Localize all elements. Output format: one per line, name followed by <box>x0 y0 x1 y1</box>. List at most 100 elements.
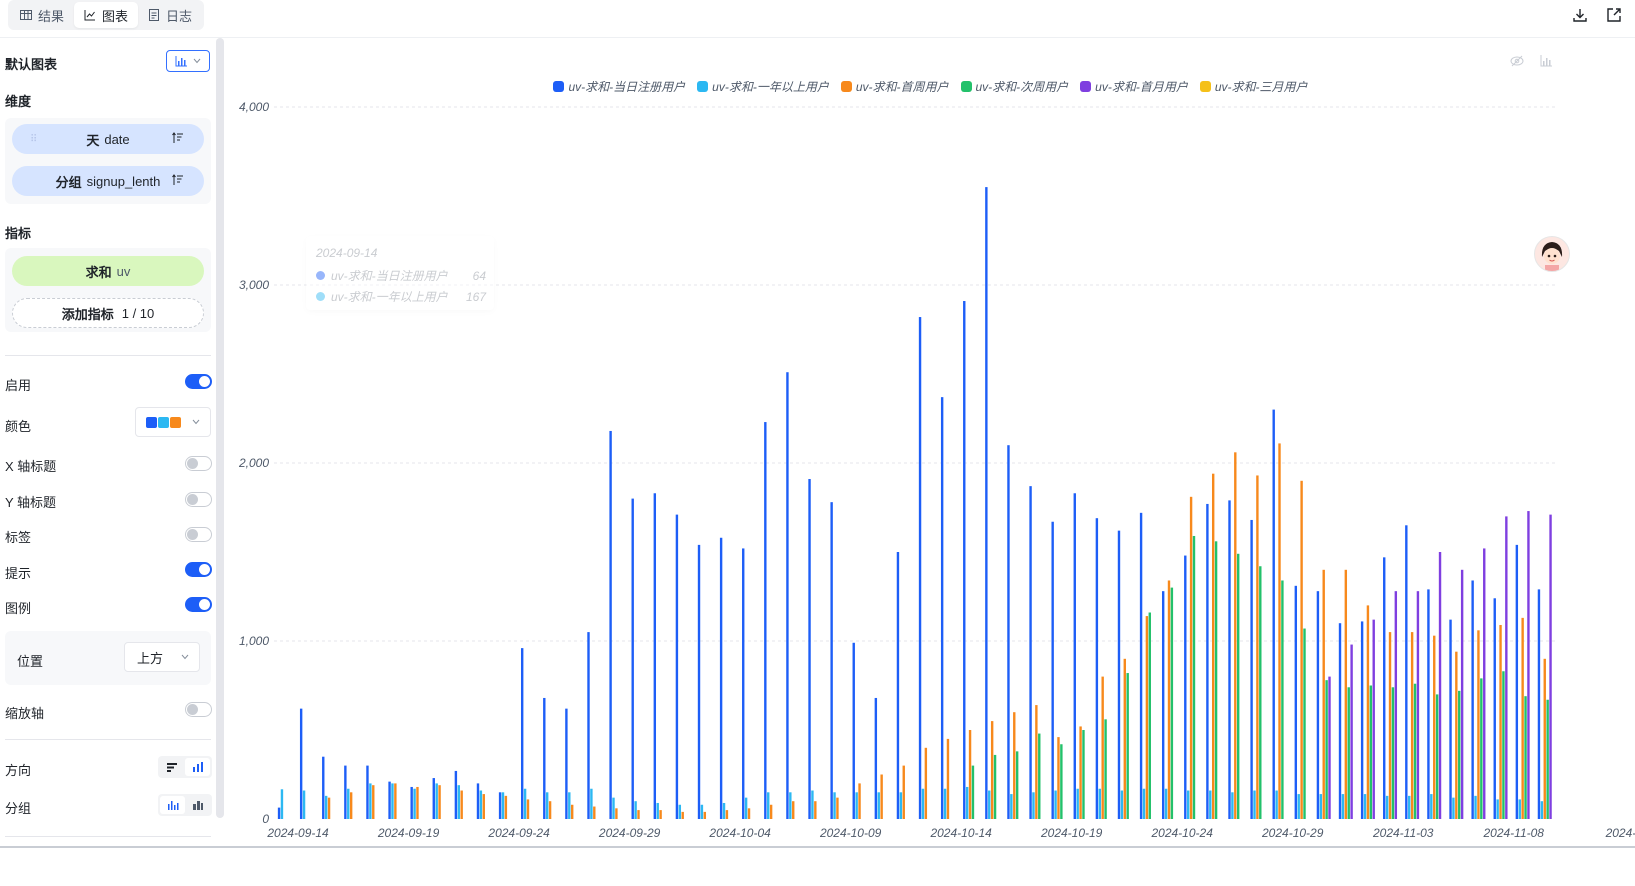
group-stacked[interactable] <box>185 796 210 814</box>
bar <box>372 785 375 819</box>
chart-settings-icon[interactable] <box>1540 55 1552 67</box>
bar <box>742 548 745 819</box>
bar <box>1369 685 1373 819</box>
bar <box>792 801 795 819</box>
bar <box>1095 518 1099 819</box>
bar <box>659 810 662 819</box>
bar <box>280 789 284 819</box>
bar <box>1032 792 1035 819</box>
bar <box>1319 794 1323 819</box>
bar <box>543 697 546 819</box>
chart-type-select[interactable] <box>166 50 210 72</box>
bar <box>1281 580 1284 819</box>
metric-pill-uv[interactable]: 求和 uv <box>12 256 204 286</box>
bar <box>1060 744 1063 819</box>
grouped-bar-icon <box>167 801 178 810</box>
tab-log[interactable]: 日志 <box>138 2 202 28</box>
x-tick-label: 2024-09-14 <box>266 826 329 840</box>
default-chart-label: 默认图表 <box>5 57 58 72</box>
bar <box>1543 658 1546 819</box>
drag-handle-icon[interactable]: ⠿ <box>30 134 37 145</box>
x-tick-label: 2024-10-09 <box>819 826 882 840</box>
download-icon[interactable] <box>1571 6 1589 24</box>
bar <box>1167 580 1171 819</box>
group-segmented <box>158 794 212 816</box>
bar <box>769 804 773 819</box>
dimensions-title: 维度 <box>5 94 32 109</box>
bar <box>520 648 524 819</box>
bar <box>1410 632 1414 819</box>
bar <box>1206 503 1209 819</box>
panel-scrollbar[interactable] <box>216 38 224 818</box>
bar <box>570 804 574 819</box>
bar <box>656 802 659 819</box>
bar <box>988 790 991 819</box>
bar <box>1076 788 1079 819</box>
bar <box>1054 790 1057 819</box>
pill-prefix: 求和 <box>85 264 112 280</box>
bar <box>899 792 903 819</box>
legend-position-select[interactable]: 上方 <box>124 642 200 672</box>
y-title-label: Y 轴标题 <box>5 495 57 510</box>
direction-horizontal[interactable] <box>160 758 185 776</box>
bar <box>1007 445 1010 819</box>
dimension-pill-signup-length[interactable]: 分组 signup_lenth <box>12 166 204 196</box>
chevron-down-icon <box>181 654 189 660</box>
add-metric-button[interactable]: 添加指标 1 / 10 <box>12 298 204 328</box>
bar <box>990 721 994 819</box>
bar <box>767 792 770 819</box>
x-title-toggle[interactable] <box>185 456 212 471</box>
group-grouped[interactable] <box>160 796 185 814</box>
bar <box>548 801 552 819</box>
assistant-avatar[interactable] <box>1534 236 1570 272</box>
bar <box>858 783 861 819</box>
dimension-pill-date[interactable]: ⠿ 天 date <box>12 124 204 154</box>
color-select[interactable] <box>135 407 211 437</box>
bar <box>719 537 723 819</box>
zoom-axis-toggle[interactable] <box>185 702 212 717</box>
tab-chart[interactable]: 图表 <box>74 2 139 28</box>
x-tick-label: 2024-09-29 <box>598 826 661 840</box>
legend-toggle[interactable] <box>185 597 212 612</box>
bar <box>1372 619 1375 819</box>
bar <box>1521 617 1524 819</box>
pill-prefix: 天 <box>86 132 100 148</box>
bar <box>1449 619 1452 819</box>
bar <box>968 730 972 819</box>
enable-toggle[interactable] <box>185 374 212 389</box>
open-external-icon[interactable] <box>1605 6 1623 24</box>
bar <box>324 795 328 819</box>
labels-toggle[interactable] <box>185 527 212 542</box>
sort-icon[interactable] <box>172 174 184 186</box>
x-tick-label: 2024-10-29 <box>1261 826 1324 840</box>
bar <box>1316 591 1320 819</box>
bar <box>1524 696 1527 819</box>
bar <box>1123 658 1126 819</box>
bar <box>1082 730 1085 819</box>
y-title-toggle[interactable] <box>185 492 212 507</box>
tooltip-toggle[interactable] <box>185 562 212 577</box>
bar <box>1161 591 1165 819</box>
bar <box>1013 712 1016 819</box>
bar <box>1546 699 1549 819</box>
bar <box>1394 591 1398 819</box>
chevron-down-icon <box>193 58 201 64</box>
position-value: 上方 <box>137 650 164 666</box>
bar <box>789 792 792 819</box>
bar <box>880 774 883 819</box>
bar <box>1259 566 1262 819</box>
group-label: 分组 <box>5 801 32 816</box>
tab-results[interactable]: 结果 <box>10 2 74 28</box>
bar <box>299 708 303 819</box>
bar <box>1471 580 1474 819</box>
eye-off-icon[interactable] <box>1510 55 1524 67</box>
bar <box>681 811 684 819</box>
sort-icon[interactable] <box>172 132 184 144</box>
position-label: 位置 <box>17 654 44 669</box>
direction-vertical[interactable] <box>185 758 210 776</box>
bar <box>476 783 480 819</box>
y-tick-label: 2,000 <box>238 456 269 470</box>
x-tick-label: 2024-1 <box>1605 826 1635 840</box>
bar <box>1385 795 1389 819</box>
bar <box>322 756 325 819</box>
